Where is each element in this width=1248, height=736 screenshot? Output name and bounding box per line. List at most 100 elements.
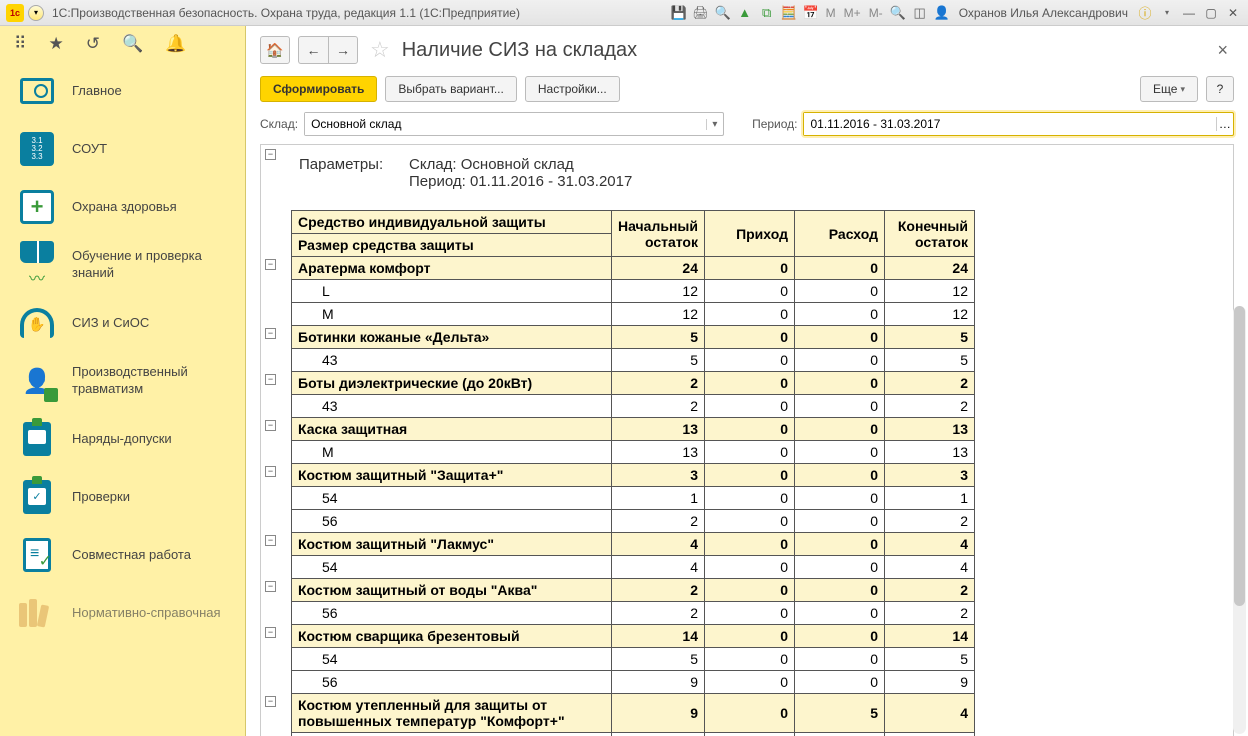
up-arrow-icon[interactable]: ▲ xyxy=(736,4,754,22)
table-detail-row[interactable]: 549054 xyxy=(292,733,975,736)
calendar-icon[interactable]: 📅 xyxy=(802,4,820,22)
copy-icon[interactable]: ⧉ xyxy=(758,4,776,22)
info-icon[interactable]: ⓘ xyxy=(1136,4,1154,22)
table-group-row[interactable]: Костюм сварщика брезентовый140014 xyxy=(292,625,975,648)
print-icon[interactable]: 🖨 xyxy=(692,4,710,22)
settings-button[interactable]: Настройки... xyxy=(525,76,620,102)
close-button[interactable]: ✕ xyxy=(1224,4,1242,22)
favorites-star-icon[interactable]: ★ xyxy=(48,34,63,54)
health-plus-icon: + xyxy=(18,188,56,226)
cell-name: 43 xyxy=(292,395,612,418)
maximize-button[interactable]: ▢ xyxy=(1202,4,1220,22)
table-detail-row[interactable]: 432002 xyxy=(292,395,975,418)
cell-name: Костюм защитный "Лакмус" xyxy=(292,533,612,556)
cell-end: 14 xyxy=(884,625,974,648)
minimize-button[interactable]: — xyxy=(1180,4,1198,22)
table-group-row[interactable]: Ботинки кожаные «Дельта»5005 xyxy=(292,326,975,349)
period-input[interactable] xyxy=(804,113,1215,135)
sidebar-item-training[interactable]: 〰 Обучение и проверка знаний xyxy=(0,236,245,294)
tree-toggle[interactable]: − xyxy=(265,259,276,270)
th-end-balance: Конечный остаток xyxy=(884,211,974,257)
memory-mplus-button[interactable]: M+ xyxy=(842,6,863,20)
cell-expense: 0 xyxy=(794,510,884,533)
table-group-row[interactable]: Боты диэлектрические (до 20кВт)2002 xyxy=(292,372,975,395)
table-detail-row[interactable]: 544004 xyxy=(292,556,975,579)
table-group-row[interactable]: Каска защитная130013 xyxy=(292,418,975,441)
tree-toggle[interactable]: − xyxy=(265,627,276,638)
cell-income: 0 xyxy=(704,579,794,602)
notifications-bell-icon[interactable]: 🔔 xyxy=(165,34,186,54)
nav-forward-button[interactable]: → xyxy=(328,36,358,64)
warehouse-dropdown-icon[interactable]: ▾ xyxy=(706,119,723,130)
save-icon[interactable]: 💾 xyxy=(670,4,688,22)
choose-variant-button[interactable]: Выбрать вариант... xyxy=(385,76,516,102)
cell-end: 2 xyxy=(884,579,974,602)
sidebar-item-siz[interactable]: СИЗ и СиОС xyxy=(0,294,245,352)
cell-end: 4 xyxy=(884,556,974,579)
report-table: Средство индивидуальной защиты Начальный… xyxy=(291,210,975,736)
table-detail-row[interactable]: 569009 xyxy=(292,671,975,694)
th-start-balance: Начальный остаток xyxy=(612,211,705,257)
report-document: − −−−−−−−−− Параметры: Склад: Основной с… xyxy=(260,144,1234,736)
search-icon[interactable]: 🔍 xyxy=(122,34,143,54)
info-dropdown-icon[interactable]: ▾ xyxy=(1158,4,1176,22)
nav-back-button[interactable]: ← xyxy=(298,36,328,64)
table-group-row[interactable]: Костюм защитный "Защита+"3003 xyxy=(292,464,975,487)
table-group-row[interactable]: Аратерма комфорт240024 xyxy=(292,257,975,280)
warehouse-label: Склад: xyxy=(260,117,298,131)
sidebar-item-sout[interactable]: 3.13.23.3 СОУТ xyxy=(0,120,245,178)
sidebar-item-reference[interactable]: Нормативно-справочная xyxy=(0,584,245,642)
sidebar-item-main[interactable]: Главное xyxy=(0,62,245,120)
table-detail-row[interactable]: 562002 xyxy=(292,510,975,533)
home-button[interactable]: 🏠 xyxy=(260,36,290,64)
app-menu-dropdown[interactable]: ▾ xyxy=(28,5,44,21)
table-detail-row[interactable]: M120012 xyxy=(292,303,975,326)
more-button[interactable]: Еще xyxy=(1140,76,1198,102)
period-picker-button[interactable]: … xyxy=(1216,117,1233,131)
tree-toggle[interactable]: − xyxy=(265,374,276,385)
panel-icon[interactable]: ◫ xyxy=(911,4,929,22)
calculator-icon[interactable]: 🧮 xyxy=(780,4,798,22)
close-tab-button[interactable]: × xyxy=(1211,40,1234,61)
generate-button[interactable]: Сформировать xyxy=(260,76,377,102)
table-detail-row[interactable]: 562002 xyxy=(292,602,975,625)
tree-toggle[interactable]: − xyxy=(265,535,276,546)
tree-toggle[interactable]: − xyxy=(265,149,276,160)
memory-mminus-button[interactable]: M- xyxy=(867,6,885,20)
sidebar-item-health[interactable]: + Охрана здоровья xyxy=(0,178,245,236)
scrollbar-thumb[interactable] xyxy=(1234,306,1245,606)
cell-start: 1 xyxy=(612,487,705,510)
zoom-icon[interactable]: 🔍 xyxy=(889,4,907,22)
preview-icon[interactable]: 🔍 xyxy=(714,4,732,22)
help-button[interactable]: ? xyxy=(1206,76,1234,102)
history-icon[interactable]: ↺ xyxy=(86,34,100,54)
table-detail-row[interactable]: 541001 xyxy=(292,487,975,510)
cell-end: 5 xyxy=(884,648,974,671)
tree-toggle[interactable]: − xyxy=(265,420,276,431)
tree-toggle[interactable]: − xyxy=(265,581,276,592)
vertical-scrollbar[interactable] xyxy=(1233,306,1246,734)
tree-toggle[interactable]: − xyxy=(265,696,276,707)
table-group-row[interactable]: Костюм утепленный для защиты от повышенн… xyxy=(292,694,975,733)
favorite-star-icon[interactable]: ☆ xyxy=(370,37,390,63)
tree-toggle[interactable]: − xyxy=(265,466,276,477)
sidebar-item-checks[interactable]: Проверки xyxy=(0,468,245,526)
cell-name: 56 xyxy=(292,602,612,625)
sidebar-item-injury[interactable]: 👤 Производственный травматизм xyxy=(0,352,245,410)
sidebar-item-collab[interactable]: ✓ Совместная работа xyxy=(0,526,245,584)
th-item-name: Средство индивидуальной защиты xyxy=(292,211,612,234)
warehouse-input[interactable] xyxy=(305,113,706,135)
period-input-wrap[interactable]: … xyxy=(803,112,1234,136)
warehouse-input-wrap[interactable]: ▾ xyxy=(304,112,724,136)
tree-toggle[interactable]: − xyxy=(265,328,276,339)
table-group-row[interactable]: Костюм защитный "Лакмус"4004 xyxy=(292,533,975,556)
memory-m-button[interactable]: M xyxy=(824,6,838,20)
table-group-row[interactable]: Костюм защитный от воды "Аква"2002 xyxy=(292,579,975,602)
table-detail-row[interactable]: L120012 xyxy=(292,280,975,303)
table-detail-row[interactable]: 545005 xyxy=(292,648,975,671)
cell-name: 43 xyxy=(292,349,612,372)
table-detail-row[interactable]: M130013 xyxy=(292,441,975,464)
sidebar-item-permits[interactable]: Наряды-допуски xyxy=(0,410,245,468)
table-detail-row[interactable]: 435005 xyxy=(292,349,975,372)
apps-grid-icon[interactable]: ⠿ xyxy=(14,34,26,54)
